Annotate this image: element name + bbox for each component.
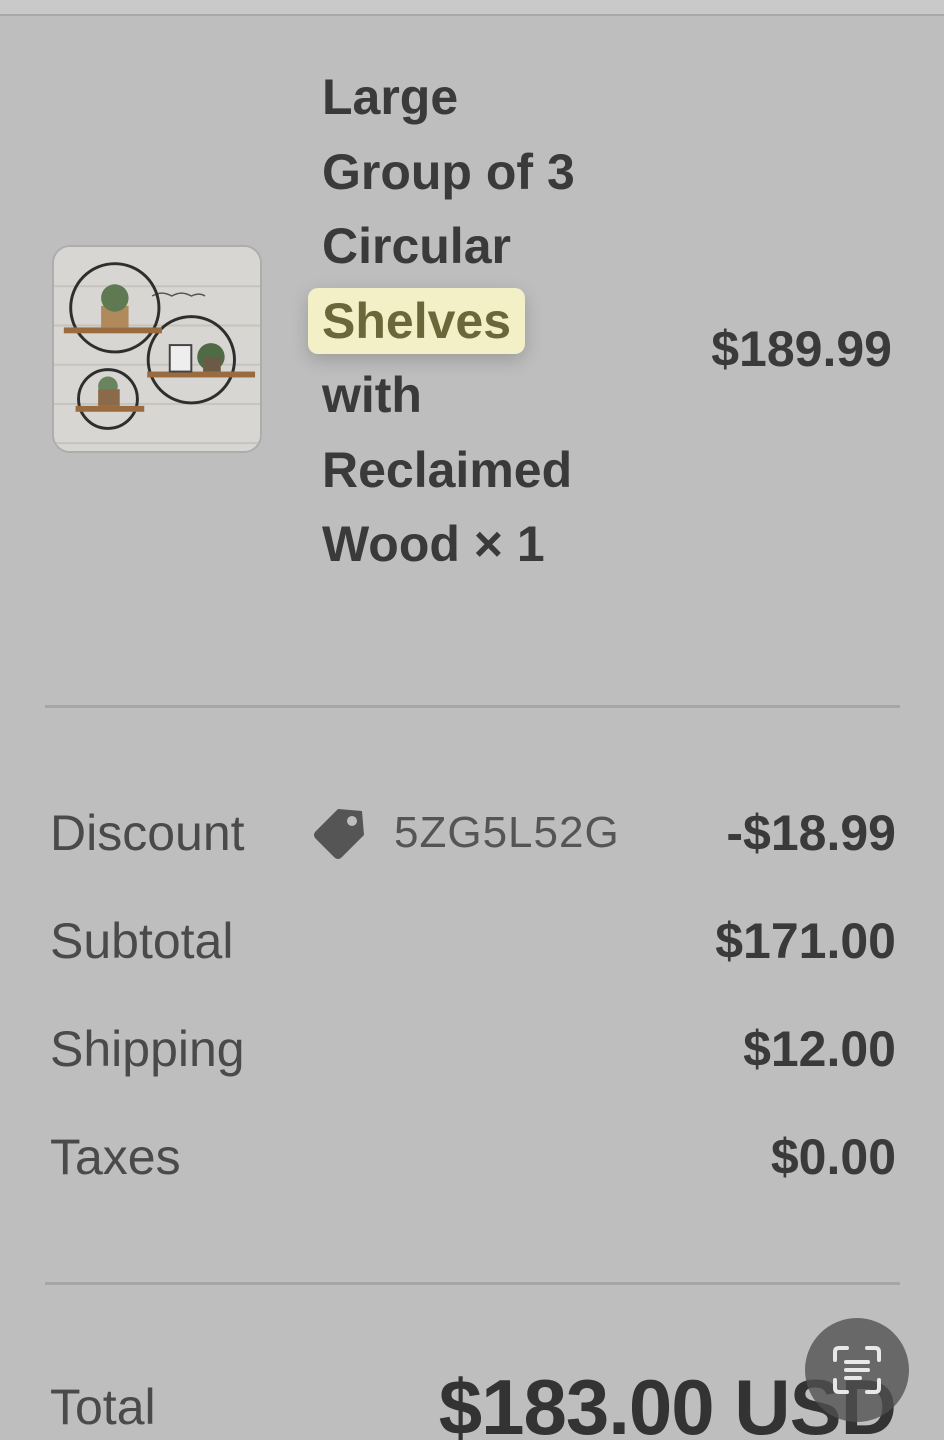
subtotal-label: Subtotal [50, 913, 234, 969]
item-price: $189.99 [711, 321, 892, 377]
item-title-line: with [322, 367, 422, 423]
shipping-row: Shipping $12.00 [50, 1014, 896, 1084]
discount-value: -$18.99 [726, 805, 896, 861]
shipping-value: $12.00 [743, 1021, 896, 1077]
product-thumbnail[interactable] [52, 245, 262, 453]
shipping-label: Shipping [50, 1021, 245, 1077]
tag-icon [314, 809, 364, 859]
divider [45, 1282, 900, 1285]
discount-code: 5ZG5L52G [394, 808, 620, 857]
divider [45, 705, 900, 708]
taxes-label: Taxes [50, 1129, 181, 1185]
circular-shelves-photo [54, 247, 260, 451]
item-title-line: Reclaimed [322, 441, 573, 498]
item-title-line: Large [322, 69, 459, 125]
discount-label: Discount [50, 805, 245, 861]
highlighted-search-term[interactable]: Shelves [308, 287, 526, 354]
item-title-line: Circular [322, 218, 511, 274]
item-title: Large Group of 3 Circular Shelves with R… [308, 60, 642, 582]
discount-code-group: 5ZG5L52G [308, 798, 620, 868]
taxes-value: $0.00 [770, 1129, 896, 1185]
taxes-row: Taxes $0.00 [50, 1122, 896, 1192]
live-text-scan-icon [833, 1346, 881, 1394]
subtotal-row: Subtotal $171.00 [50, 906, 896, 976]
total-label: Total [50, 1379, 156, 1435]
live-text-button[interactable] [805, 1318, 909, 1422]
item-title-line: Wood × 1 [322, 516, 545, 572]
item-title-line: Group of 3 [322, 143, 575, 200]
subtotal-value: $171.00 [715, 913, 896, 969]
discount-row: Discount 5ZG5L52G -$18.99 [50, 798, 896, 868]
top-edge [0, 0, 944, 16]
